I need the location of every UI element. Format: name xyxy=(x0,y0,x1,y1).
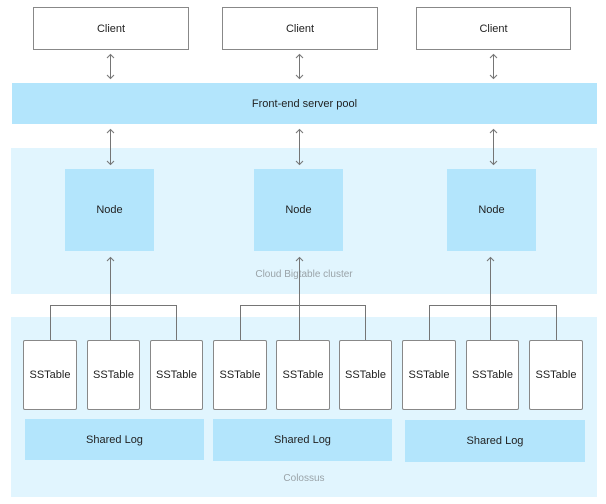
connector-lines xyxy=(50,53,557,340)
client-frontend-arrows xyxy=(106,53,498,80)
sstable-node-connectors xyxy=(50,256,557,340)
frontend-node-arrows xyxy=(106,128,498,166)
